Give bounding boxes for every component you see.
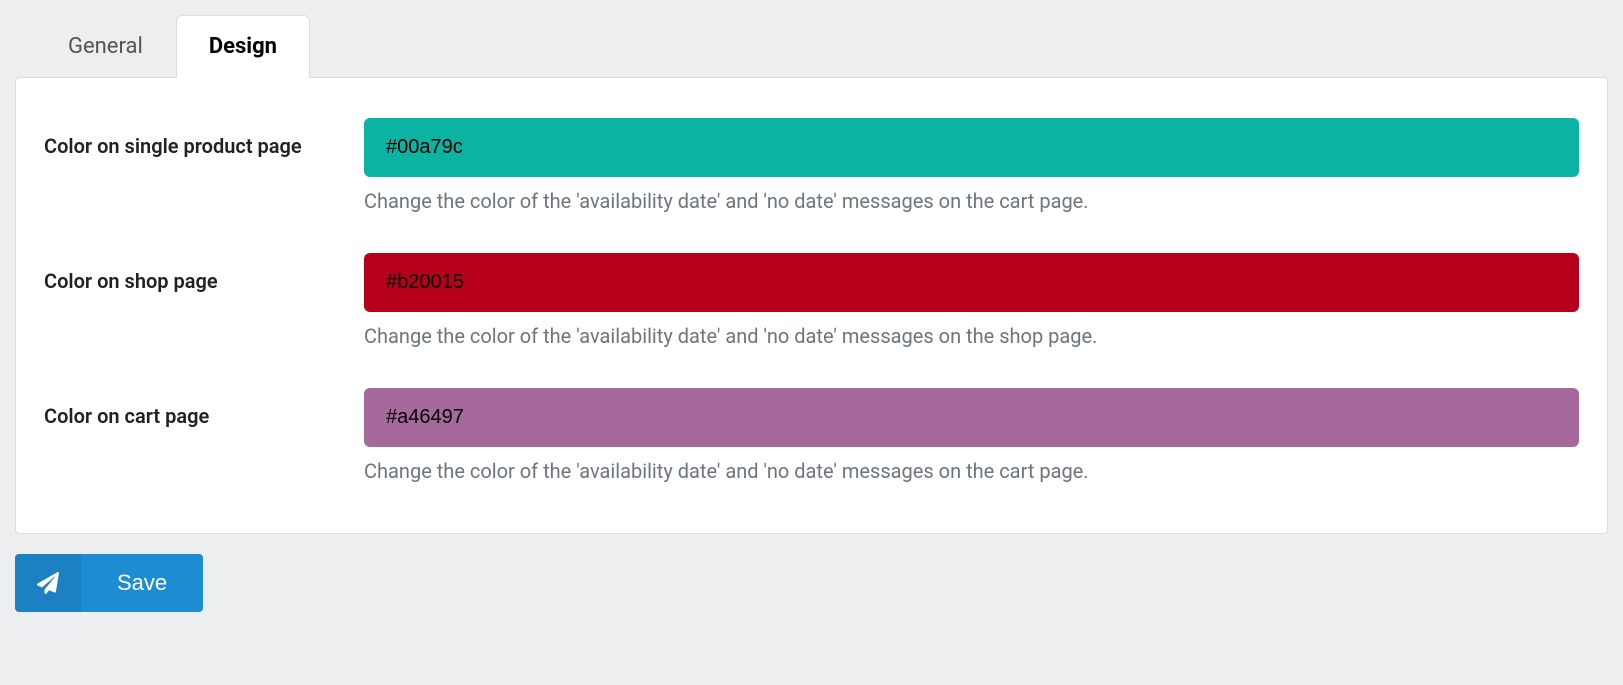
save-button[interactable]: Save [15,554,203,612]
label-cart: Color on cart page [44,388,364,428]
tab-design[interactable]: Design [176,15,310,78]
help-single-product: Change the color of the 'availability da… [364,189,1579,213]
label-shop: Color on shop page [44,253,364,293]
settings-panel: Color on single product page Change the … [15,77,1608,534]
row-shop: Color on shop page Change the color of t… [44,253,1579,348]
help-cart: Change the color of the 'availability da… [364,459,1579,483]
color-input-single-product[interactable] [364,118,1579,177]
color-input-cart[interactable] [364,388,1579,447]
control-single-product: Change the color of the 'availability da… [364,118,1579,213]
row-single-product: Color on single product page Change the … [44,118,1579,213]
save-button-label: Save [81,554,203,612]
color-input-shop[interactable] [364,253,1579,312]
label-single-product: Color on single product page [44,118,364,158]
row-cart: Color on cart page Change the color of t… [44,388,1579,483]
help-shop: Change the color of the 'availability da… [364,324,1579,348]
control-shop: Change the color of the 'availability da… [364,253,1579,348]
paper-plane-icon [15,554,81,612]
tab-general[interactable]: General [35,15,176,77]
control-cart: Change the color of the 'availability da… [364,388,1579,483]
tabs-nav: General Design [15,15,1608,77]
